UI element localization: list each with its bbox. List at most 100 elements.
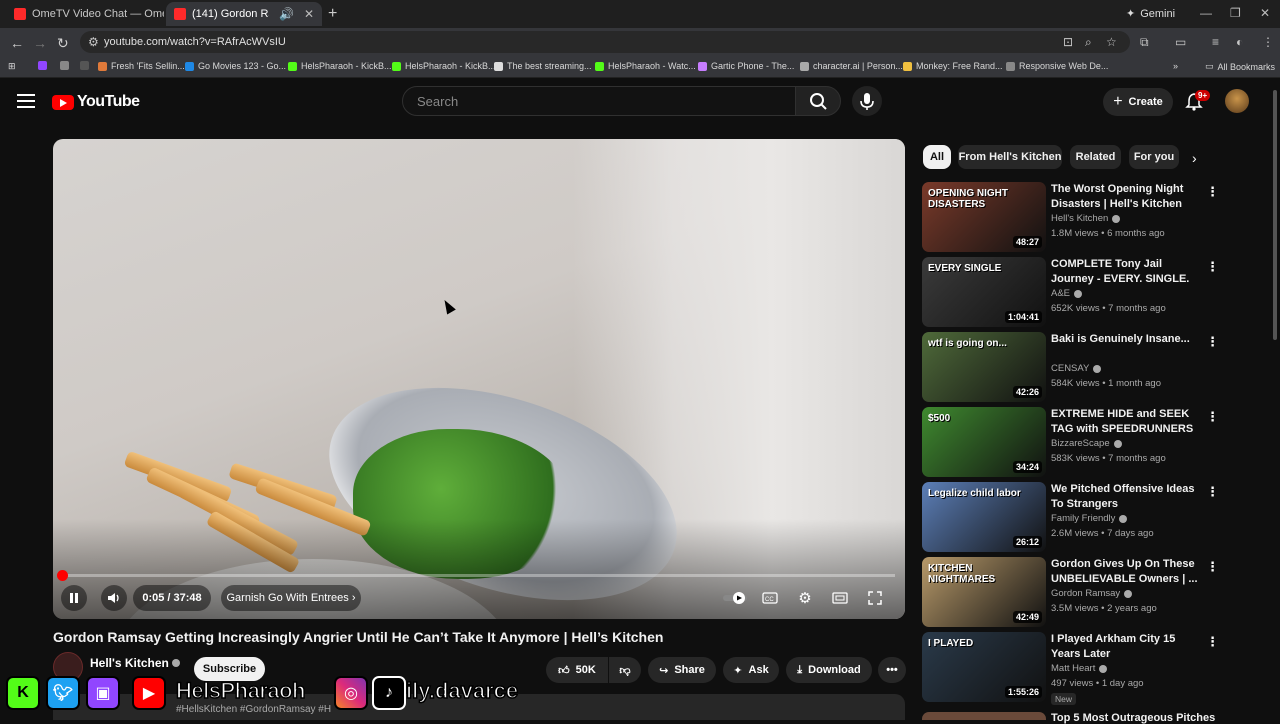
download-button[interactable]: ⤓ Download xyxy=(786,657,872,683)
create-button[interactable]: + Create xyxy=(1103,88,1173,116)
fullscreen-button[interactable] xyxy=(862,585,888,611)
bookmark-item[interactable] xyxy=(80,61,89,70)
video-thumbnail[interactable]: Legalize child labor 26:12 xyxy=(922,482,1046,552)
close-window-icon[interactable]: ✕ xyxy=(1260,6,1270,20)
recommendation-title[interactable]: We Pitched Offensive Ideas To Strangers xyxy=(1051,482,1201,512)
progress-scrubber[interactable] xyxy=(57,570,68,581)
like-button[interactable]: 👍︎ 50K xyxy=(546,657,608,683)
more-actions-button[interactable]: ••• xyxy=(878,657,906,683)
chapter-button[interactable]: Garnish Go With Entrees › xyxy=(221,585,361,611)
star-icon[interactable]: ☆ xyxy=(1106,35,1117,49)
search-button[interactable] xyxy=(795,86,841,116)
pause-button[interactable] xyxy=(61,585,87,611)
recommendation-channel[interactable]: BizzareScape xyxy=(1051,438,1122,449)
recommendation-item[interactable]: KITCHEN NIGHTMARES 42:49 Gordon Gives Up O… xyxy=(922,557,1222,627)
bookmark-item[interactable]: Monkey: Free Rand... xyxy=(903,61,1003,71)
profile-icon[interactable]: ◐ xyxy=(1236,35,1243,49)
bookmark-item[interactable]: character.ai | Person... xyxy=(800,61,903,71)
recommendation-title[interactable]: COMPLETE Tony Jail Journey - EVERY. SING… xyxy=(1051,257,1201,287)
bookmark-item[interactable]: HelsPharaoh - KickB... xyxy=(288,61,392,71)
captions-button[interactable]: CC xyxy=(757,585,783,611)
install-icon[interactable]: ⊡ xyxy=(1063,35,1073,49)
video-thumbnail[interactable] xyxy=(922,712,1046,720)
recommendation-item[interactable]: Legalize child labor 26:12 We Pitched Offe… xyxy=(922,482,1222,552)
scrollbar-thumb[interactable] xyxy=(1273,90,1277,340)
bookmark-item[interactable]: Responsive Web De... xyxy=(1006,61,1108,71)
gemini-button[interactable]: ✦ Gemini xyxy=(1126,7,1175,21)
back-icon[interactable]: ← xyxy=(10,35,24,51)
bookmark-item[interactable]: HelsPharaoh - Watc... xyxy=(595,61,696,71)
new-tab-button[interactable]: + xyxy=(328,5,337,23)
minimize-icon[interactable]: — xyxy=(1200,6,1212,20)
bookmark-item[interactable]: Go Movies 123 - Go... xyxy=(185,61,286,71)
recommendation-item[interactable]: wtf is going on... 42:26 Baki is Genuinely… xyxy=(922,332,1222,402)
browser-tab-ometv[interactable]: OmeTV Video Chat — Ome ✕ xyxy=(6,2,164,26)
hashtags[interactable]: #HellsKitchen #GordonRamsay #H xyxy=(176,704,331,715)
dislike-button[interactable]: 👎︎ xyxy=(609,657,641,683)
maximize-icon[interactable]: ❐ xyxy=(1230,6,1241,20)
recommendation-channel[interactable]: CENSAY xyxy=(1051,363,1102,374)
chevron-right-icon[interactable]: › xyxy=(1192,150,1197,166)
video-thumbnail[interactable]: $500 34:24 xyxy=(922,407,1046,477)
share-button[interactable]: ↪ Share xyxy=(648,657,716,683)
cast-icon[interactable]: ▭ xyxy=(1175,35,1186,49)
twitch-icon[interactable] xyxy=(38,61,47,70)
recommendation-channel[interactable]: Family Friendly xyxy=(1051,513,1128,524)
search-input[interactable] xyxy=(402,86,796,116)
media-icon[interactable]: ≡ xyxy=(1212,35,1219,49)
more-vertical-icon[interactable]: ⋮ xyxy=(1206,259,1219,275)
close-icon[interactable]: ✕ xyxy=(304,7,314,21)
speaker-icon[interactable]: 🔊 xyxy=(279,7,294,21)
ask-button[interactable]: ✦ Ask xyxy=(723,657,779,683)
extensions-icon[interactable]: ⧉ xyxy=(1140,35,1149,50)
chevron-right-icon[interactable]: » xyxy=(1173,61,1178,71)
chip-related[interactable]: Related xyxy=(1070,145,1121,169)
settings-button[interactable]: ⚙ xyxy=(792,585,818,611)
recommendation-channel[interactable]: Matt Heart xyxy=(1051,663,1108,674)
recommendation-title[interactable]: Gordon Gives Up On These UNBELIEVABLE Ow… xyxy=(1051,557,1201,587)
recommendation-item[interactable]: $500 34:24 EXTREME HIDE and SEEK TAG with … xyxy=(922,407,1222,477)
volume-button[interactable] xyxy=(101,585,127,611)
bookmark-item[interactable]: HelsPharaoh - KickB... xyxy=(392,61,496,71)
recommendation-title[interactable]: The Worst Opening Night Disasters | Hell… xyxy=(1051,182,1201,212)
recommendation-item[interactable]: EVERY SINGLE 1:04:41 COMPLETE Tony Jail Jo… xyxy=(922,257,1222,327)
recommendation-channel[interactable]: A&E xyxy=(1051,288,1083,299)
more-menu-icon[interactable]: ⋮ xyxy=(1262,35,1274,49)
bookmark-item[interactable]: Gartic Phone - The... xyxy=(698,61,794,71)
video-thumbnail[interactable]: wtf is going on... 42:26 xyxy=(922,332,1046,402)
video-thumbnail[interactable]: KITCHEN NIGHTMARES 42:49 xyxy=(922,557,1046,627)
recommendation-channel[interactable]: Hell's Kitchen xyxy=(1051,213,1121,224)
more-vertical-icon[interactable]: ⋮ xyxy=(1206,184,1219,200)
bookmark-item[interactable]: Fresh 'Fits Sellin... xyxy=(98,61,185,71)
chip-for-you[interactable]: For you xyxy=(1129,145,1179,169)
channel-name[interactable]: Hell's Kitchen xyxy=(90,656,181,670)
more-vertical-icon[interactable]: ⋮ xyxy=(1206,559,1219,575)
voice-search-button[interactable] xyxy=(852,86,882,116)
zoom-icon[interactable]: ⌕ xyxy=(1085,35,1092,50)
chip-from-hells-kitchen[interactable]: From Hell's Kitchen xyxy=(958,145,1062,169)
recommendation-title[interactable]: I Played Arkham City 15 Years Later xyxy=(1051,632,1201,662)
more-vertical-icon[interactable]: ⋮ xyxy=(1206,484,1219,500)
more-vertical-icon[interactable]: ⋮ xyxy=(1206,634,1219,650)
video-thumbnail[interactable]: EVERY SINGLE 1:04:41 xyxy=(922,257,1046,327)
theater-mode-button[interactable] xyxy=(827,585,853,611)
chip-all[interactable]: All xyxy=(923,145,951,169)
more-vertical-icon[interactable]: ⋮ xyxy=(1206,334,1219,350)
globe-icon[interactable] xyxy=(60,61,69,70)
recommendation-channel[interactable]: Gordon Ramsay xyxy=(1051,588,1133,599)
more-vertical-icon[interactable]: ⋮ xyxy=(1206,409,1219,425)
reload-icon[interactable]: ↻ xyxy=(57,35,69,52)
recommendation-title[interactable]: Baki is Genuinely Insane... xyxy=(1051,332,1201,347)
recommendation-item[interactable]: I PLAYED 1:55:26 I Played Arkham City 15 Y… xyxy=(922,632,1222,705)
autoplay-toggle[interactable] xyxy=(721,585,749,611)
site-info-icon[interactable]: ⚙ xyxy=(88,35,99,49)
recommendation-title[interactable]: EXTREME HIDE and SEEK TAG with SPEEDRUNN… xyxy=(1051,407,1201,437)
progress-bar[interactable] xyxy=(63,574,895,577)
video-thumbnail[interactable]: OPENING NIGHT DISASTERS 48:27 xyxy=(922,182,1046,252)
youtube-logo[interactable]: YouTube xyxy=(52,93,140,111)
video-thumbnail[interactable]: I PLAYED 1:55:26 xyxy=(922,632,1046,702)
forward-icon[interactable]: → xyxy=(33,35,47,51)
all-bookmarks[interactable]: ▭ All Bookmarks xyxy=(1205,61,1275,72)
recommendation-title[interactable]: Top 5 Most Outrageous Pitches xyxy=(1051,712,1215,724)
bookmark-item[interactable]: The best streaming... xyxy=(494,61,592,71)
